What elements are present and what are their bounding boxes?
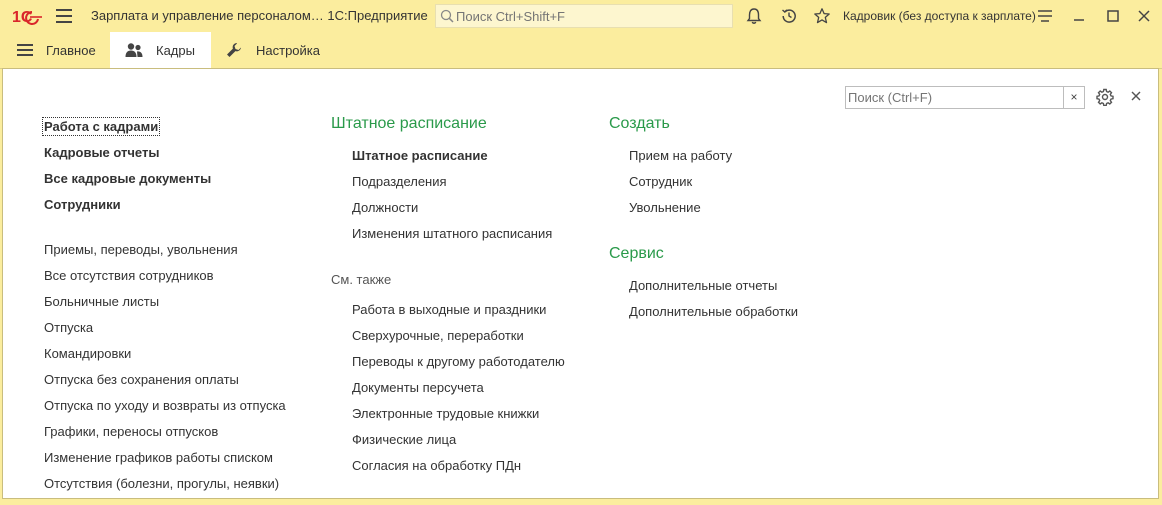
- bell-icon[interactable]: [745, 7, 763, 25]
- gear-icon[interactable]: [1096, 88, 1114, 106]
- tab-settings-label: Настройка: [256, 43, 320, 58]
- link-employees[interactable]: Сотрудники: [44, 197, 121, 212]
- link-work-with-staff[interactable]: Работа с кадрами: [41, 117, 161, 136]
- group-title-staffing: Штатное расписание: [331, 115, 487, 132]
- list-item[interactable]: Переводы к другому работодателю: [352, 354, 565, 369]
- tab-main[interactable]: Главное: [0, 32, 108, 68]
- settings-menu-icon[interactable]: [1037, 8, 1053, 24]
- title-bar: 1С Зарплата и управление персоналом… 1С:…: [0, 0, 1162, 32]
- tab-main-label: Главное: [46, 43, 96, 58]
- tab-hr[interactable]: Кадры: [110, 32, 211, 68]
- list-item[interactable]: Изменения штатного расписания: [352, 226, 552, 241]
- maximize-icon[interactable]: [1105, 8, 1121, 24]
- global-search-input[interactable]: [456, 7, 726, 25]
- list-item[interactable]: Электронные трудовые книжки: [352, 406, 539, 421]
- list-item[interactable]: Отсутствия (болезни, прогулы, неявки): [44, 476, 279, 491]
- star-icon[interactable]: [813, 7, 831, 25]
- clear-search-button[interactable]: ×: [1063, 87, 1084, 108]
- current-user[interactable]: Кадровик (без доступа к зарплате): [843, 9, 1036, 23]
- list-item[interactable]: Увольнение: [629, 200, 701, 215]
- list-item[interactable]: Работа в выходные и праздники: [352, 302, 546, 317]
- panel-search[interactable]: ×: [845, 86, 1085, 109]
- list-item[interactable]: Дополнительные обработки: [629, 304, 798, 319]
- global-search[interactable]: [435, 4, 733, 28]
- see-also-heading: См. также: [331, 272, 392, 287]
- list-item[interactable]: Отпуска без сохранения оплаты: [44, 372, 239, 387]
- search-icon: [440, 9, 454, 23]
- link-staffing-table[interactable]: Штатное расписание: [352, 148, 488, 163]
- hr-section-panel: × Работа с кадрами Кадровые отчеты Все к…: [2, 68, 1159, 499]
- section-panel: Главное Кадры Настройка: [0, 32, 1162, 69]
- list-item[interactable]: Командировки: [44, 346, 131, 361]
- panel-search-input[interactable]: [848, 89, 1058, 106]
- list-item[interactable]: Больничные листы: [44, 294, 159, 309]
- hamburger-icon: [17, 44, 33, 56]
- group-title-create: Создать: [609, 115, 670, 132]
- list-item[interactable]: Сотрудник: [629, 174, 692, 189]
- close-icon[interactable]: [1136, 8, 1152, 24]
- group-title-service: Сервис: [609, 245, 664, 262]
- tab-settings[interactable]: Настройка: [213, 32, 333, 68]
- 1c-logo-icon[interactable]: 1С: [12, 7, 44, 25]
- list-item[interactable]: Физические лица: [352, 432, 456, 447]
- list-item[interactable]: Дополнительные отчеты: [629, 278, 777, 293]
- main-menu-button[interactable]: [56, 9, 72, 23]
- list-item[interactable]: Все отсутствия сотрудников: [44, 268, 214, 283]
- tab-hr-label: Кадры: [156, 43, 195, 58]
- list-item[interactable]: Приемы, переводы, увольнения: [44, 242, 238, 257]
- list-item[interactable]: Согласия на обработку ПДн: [352, 458, 521, 473]
- list-item[interactable]: Должности: [352, 200, 418, 215]
- list-item[interactable]: Изменение графиков работы списком: [44, 450, 273, 465]
- link-hr-reports[interactable]: Кадровые отчеты: [44, 145, 159, 160]
- app-title: Зарплата и управление персоналом… 1С:Пре…: [91, 8, 428, 23]
- list-item[interactable]: Сверхурочные, переработки: [352, 328, 524, 343]
- list-item[interactable]: Отпуска: [44, 320, 93, 335]
- list-item[interactable]: Прием на работу: [629, 148, 732, 163]
- close-panel-icon[interactable]: [1130, 90, 1142, 102]
- minimize-icon[interactable]: [1071, 8, 1087, 24]
- history-icon[interactable]: [780, 7, 798, 25]
- wrench-icon: [227, 43, 241, 57]
- list-item[interactable]: Подразделения: [352, 174, 447, 189]
- list-item[interactable]: Графики, переносы отпусков: [44, 424, 218, 439]
- list-item[interactable]: Документы персучета: [352, 380, 484, 395]
- list-item[interactable]: Отпуска по уходу и возвраты из отпуска: [44, 398, 286, 413]
- people-icon: [125, 43, 143, 57]
- link-all-hr-documents[interactable]: Все кадровые документы: [44, 171, 211, 186]
